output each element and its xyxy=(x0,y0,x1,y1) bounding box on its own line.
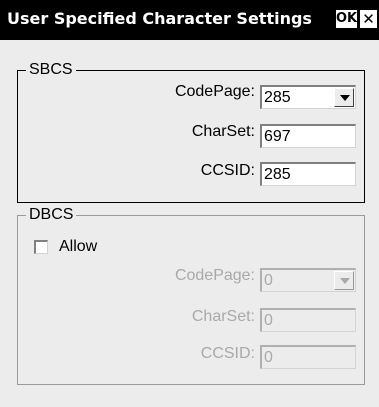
sbcs-charset-value: 697 xyxy=(264,128,291,145)
dbcs-legend: DBCS xyxy=(26,206,77,224)
dbcs-codepage-value: 0 xyxy=(264,272,273,289)
close-button[interactable]: ✕ xyxy=(360,10,377,28)
dbcs-allow-checkbox[interactable] xyxy=(34,240,48,254)
sbcs-codepage-dropdown[interactable]: 285 xyxy=(260,85,356,109)
ok-button[interactable]: OK xyxy=(336,10,357,28)
dbcs-codepage-dropdown[interactable]: 0 xyxy=(260,268,356,292)
sbcs-charset-input[interactable]: 697 xyxy=(260,124,356,148)
dbcs-ccsid-value: 0 xyxy=(264,349,273,366)
settings-window: User Specified Character Settings OK ✕ S… xyxy=(0,0,379,407)
sbcs-codepage-value: 285 xyxy=(264,89,291,106)
dbcs-ccsid-input[interactable]: 0 xyxy=(260,345,356,369)
sbcs-codepage-label: CodePage: xyxy=(174,83,255,100)
dbcs-allow-label: Allow xyxy=(59,238,98,255)
dbcs-charset-label: CharSet: xyxy=(191,308,255,325)
dbcs-codepage-label: CodePage: xyxy=(174,267,255,284)
dbcs-charset-input[interactable]: 0 xyxy=(260,308,356,332)
chevron-down-icon[interactable] xyxy=(334,271,354,290)
sbcs-ccsid-input[interactable]: 285 xyxy=(260,162,356,186)
dbcs-charset-value: 0 xyxy=(264,312,273,329)
sbcs-legend: SBCS xyxy=(26,61,76,79)
window-title: User Specified Character Settings xyxy=(7,9,312,28)
sbcs-charset-label: CharSet: xyxy=(191,123,255,140)
dbcs-ccsid-label: CCSID: xyxy=(200,345,255,362)
sbcs-ccsid-value: 285 xyxy=(264,166,291,183)
title-bar[interactable]: User Specified Character Settings OK ✕ xyxy=(0,0,379,40)
sbcs-ccsid-label: CCSID: xyxy=(200,162,255,179)
chevron-down-icon[interactable] xyxy=(334,88,354,107)
